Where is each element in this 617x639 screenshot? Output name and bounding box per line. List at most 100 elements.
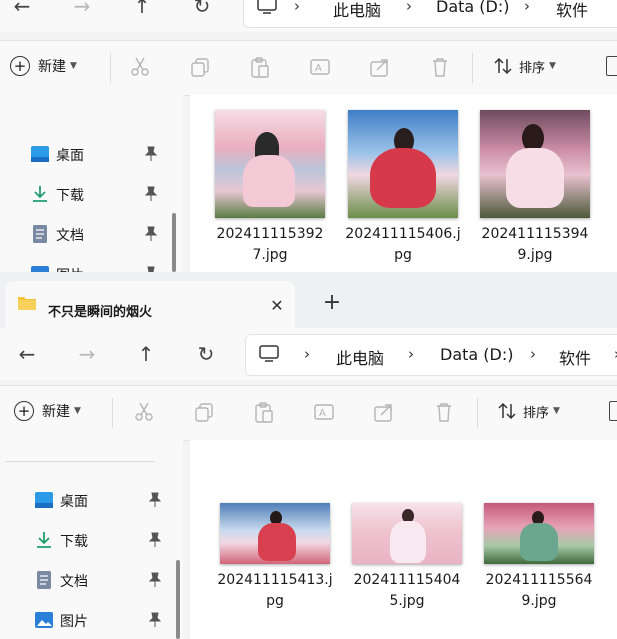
file-item[interactable]: 202411115404 5.jpg: [347, 503, 467, 612]
image-thumbnail: [484, 503, 594, 564]
file-name: 202411115413.j pg: [217, 572, 333, 609]
pin-icon[interactable]: [149, 532, 161, 548]
navigation-bar: ← → ↑ ↻ › 此电脑 › Data (D:) › 软件 ›: [0, 328, 617, 380]
sidebar-item-downloads[interactable]: 下载: [34, 528, 184, 554]
image-thumbnail: [215, 110, 325, 218]
sidebar-item-pictures[interactable]: 图片: [30, 262, 180, 272]
tab-active[interactable]: 不只是瞬间的烟火 ✕: [5, 281, 295, 330]
chevron-right-icon: ›: [294, 0, 300, 15]
scrollbar[interactable]: [172, 213, 176, 272]
file-name: 202411115564 9.jpg: [485, 572, 593, 609]
back-arrow-icon[interactable]: ←: [8, 0, 36, 20]
breadcrumb-drive[interactable]: Data (D:): [440, 345, 513, 364]
file-item[interactable]: 202411115406.j pg: [343, 110, 463, 266]
forward-arrow-icon[interactable]: →: [73, 340, 101, 368]
copy-icon[interactable]: [193, 401, 215, 423]
divider: [5, 461, 155, 462]
address-bar[interactable]: › 此电脑 › Data (D:) › 软件: [243, 0, 617, 28]
command-bar: + 新建 ▼ A 排序 ▼: [0, 385, 617, 441]
cut-icon[interactable]: [129, 56, 151, 78]
file-name: 202411115394 9.jpg: [481, 226, 589, 263]
pin-icon[interactable]: [149, 492, 161, 508]
close-icon[interactable]: ✕: [265, 294, 289, 318]
forward-arrow-icon[interactable]: →: [68, 0, 96, 20]
navigation-bar: ← → ↑ ↻ › 此电脑 › Data (D:) › 软件: [0, 0, 617, 32]
file-list: 202411115413.j pg 202411115404 5.jpg 20241…: [190, 440, 617, 639]
breadcrumb-pc[interactable]: 此电脑: [333, 0, 381, 21]
delete-icon[interactable]: [433, 401, 455, 423]
paste-icon[interactable]: [253, 401, 275, 423]
scrollbar[interactable]: [176, 560, 180, 639]
pictures-icon: [31, 266, 49, 272]
up-arrow-icon[interactable]: ↑: [132, 340, 160, 368]
chevron-right-icon: ›: [408, 345, 414, 363]
rename-icon[interactable]: A: [309, 56, 331, 78]
download-icon: [37, 532, 51, 548]
sidebar-item-label: 下载: [56, 188, 84, 204]
pin-icon[interactable]: [149, 612, 161, 628]
file-item[interactable]: 202411115413.j pg: [215, 503, 335, 612]
sidebar-item-label: 桌面: [60, 494, 88, 510]
svg-text:A: A: [319, 408, 326, 419]
file-list: 202411115392 7.jpg 202411115406.j pg 20241…: [190, 95, 617, 272]
desktop-icon: [31, 146, 49, 162]
pin-icon[interactable]: [145, 186, 157, 202]
sort-button[interactable]: 排序 ▼: [497, 401, 560, 421]
pin-icon[interactable]: [145, 146, 157, 162]
plus-icon: +: [14, 401, 34, 421]
desktop-icon: [35, 492, 53, 508]
up-arrow-icon[interactable]: ↑: [128, 0, 156, 20]
folder-icon: [18, 297, 36, 310]
sidebar-item-downloads[interactable]: 下载: [30, 182, 180, 208]
sort-icon: [494, 57, 512, 75]
rename-icon[interactable]: A: [313, 401, 335, 423]
computer-icon: [257, 0, 277, 14]
cut-icon[interactable]: [133, 401, 155, 423]
copy-icon[interactable]: [189, 56, 211, 78]
sidebar-item-documents[interactable]: 文档: [30, 222, 180, 248]
breadcrumb-folder[interactable]: 软件: [556, 0, 588, 21]
share-icon[interactable]: [373, 401, 395, 423]
file-item[interactable]: 202411115392 7.jpg: [210, 110, 330, 266]
pictures-icon: [35, 612, 53, 628]
delete-icon[interactable]: [429, 56, 451, 78]
sidebar-item-label: 下载: [60, 534, 88, 550]
paste-icon[interactable]: [249, 56, 271, 78]
file-item[interactable]: 202411115394 9.jpg: [475, 110, 595, 266]
sidebar-item-label: 桌面: [56, 148, 84, 164]
file-item[interactable]: 202411115564 9.jpg: [479, 503, 599, 612]
back-arrow-icon[interactable]: ←: [13, 340, 41, 368]
divider: [110, 53, 111, 83]
new-button[interactable]: + 新建 ▼: [10, 56, 77, 80]
sort-button[interactable]: 排序 ▼: [493, 56, 556, 76]
new-label: 新建: [38, 59, 66, 75]
file-name: 202411115406.j pg: [345, 226, 461, 263]
chevron-right-icon: ›: [304, 345, 310, 363]
refresh-icon[interactable]: ↻: [192, 340, 220, 368]
pin-icon[interactable]: [149, 572, 161, 588]
breadcrumb-drive[interactable]: Data (D:): [436, 0, 509, 16]
breadcrumb-folder[interactable]: 软件: [559, 345, 591, 369]
navigation-pane: 桌面 下载 文档 图片: [0, 440, 183, 639]
address-bar[interactable]: › 此电脑 › Data (D:) › 软件 ›: [245, 334, 617, 376]
sidebar-item-label: 文档: [60, 574, 88, 590]
file-name: 202411115404 5.jpg: [353, 572, 461, 609]
download-icon: [33, 186, 47, 202]
sidebar-item-documents[interactable]: 文档: [34, 568, 184, 594]
sidebar-item-pictures[interactable]: 图片: [34, 608, 184, 634]
sidebar-item-desktop[interactable]: 桌面: [30, 142, 180, 168]
sidebar-item-label: 图片: [60, 614, 88, 630]
new-tab-icon[interactable]: +: [318, 289, 346, 317]
view-icon[interactable]: [606, 56, 617, 76]
divider: [472, 53, 473, 83]
share-icon[interactable]: [369, 56, 391, 78]
pin-icon[interactable]: [145, 226, 157, 242]
divider: [112, 398, 113, 428]
refresh-icon[interactable]: ↻: [188, 0, 216, 20]
view-icon[interactable]: [609, 401, 617, 421]
sidebar-item-desktop[interactable]: 桌面: [34, 488, 184, 514]
breadcrumb-pc[interactable]: 此电脑: [336, 345, 384, 369]
document-icon: [33, 225, 47, 243]
new-button[interactable]: + 新建 ▼: [14, 401, 81, 425]
chevron-down-icon: ▼: [553, 406, 560, 416]
